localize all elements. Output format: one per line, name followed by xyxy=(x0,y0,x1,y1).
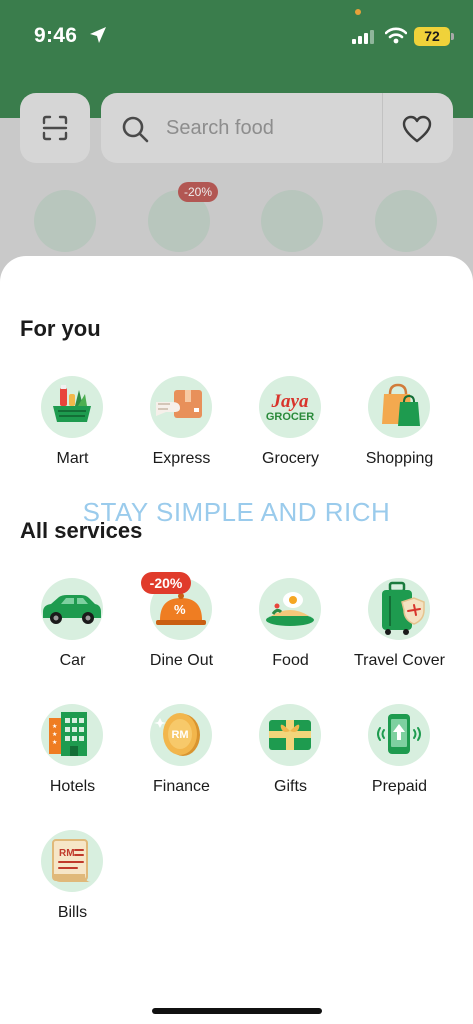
service-label: Shopping xyxy=(365,450,434,467)
gift-card-icon xyxy=(259,704,321,766)
express-parcel-icon xyxy=(150,376,212,438)
background-car-icon xyxy=(34,190,96,252)
service-hotels[interactable]: ★ ★ ★ Hotels xyxy=(18,704,127,814)
battery-tip xyxy=(451,33,454,40)
home-indicator[interactable] xyxy=(152,1008,322,1014)
car-icon xyxy=(41,578,103,640)
service-label: Finance xyxy=(153,778,210,795)
service-bills[interactable]: RM Bills xyxy=(18,830,127,940)
search-input[interactable]: Search food xyxy=(166,117,274,140)
services-bottom-sheet: For you Mart Express Jaya GROCER Grocery… xyxy=(0,256,473,1024)
jaya-grocer-icon: Jaya GROCER xyxy=(259,376,321,438)
privacy-indicator-dot xyxy=(355,9,361,15)
service-grocery[interactable]: Jaya GROCER Grocery xyxy=(236,376,345,486)
service-travel-cover[interactable]: Travel Cover xyxy=(345,578,454,688)
finance-coin-icon: RM xyxy=(150,704,212,766)
search-divider xyxy=(382,93,383,163)
service-label: Hotels xyxy=(49,778,96,795)
location-arrow-icon xyxy=(90,27,106,43)
travel-luggage-icon xyxy=(368,578,430,640)
mart-basket-icon xyxy=(41,376,103,438)
service-finance[interactable]: RM Finance xyxy=(127,704,236,814)
service-prepaid[interactable]: Prepaid xyxy=(345,704,454,814)
service-mart[interactable]: Mart xyxy=(18,376,127,486)
status-time: 9:46 xyxy=(34,24,78,47)
svg-text:★: ★ xyxy=(52,723,57,730)
service-dine-out[interactable]: -20% % Dine Out xyxy=(127,572,236,688)
service-label: Express xyxy=(152,450,211,467)
background-discount-badge: -20% xyxy=(178,182,218,202)
bill-receipt-icon: RM xyxy=(41,830,103,892)
cellular-signal-icon xyxy=(352,30,374,44)
service-car[interactable]: Car xyxy=(18,578,127,688)
food-plate-icon xyxy=(259,578,321,640)
search-bar[interactable]: Search food xyxy=(101,93,453,163)
battery-indicator: 72 xyxy=(414,27,450,46)
background-more-icon xyxy=(375,190,437,252)
scan-icon xyxy=(42,115,68,141)
discount-badge: -20% xyxy=(141,572,191,594)
service-gifts[interactable]: Gifts xyxy=(236,704,345,814)
prepaid-phone-icon xyxy=(368,704,430,766)
service-label: Travel Cover xyxy=(354,652,445,669)
logo-text-jaya: Jaya xyxy=(271,391,309,412)
for-you-title: For you xyxy=(20,316,101,341)
svg-text:%: % xyxy=(174,602,186,617)
service-label: Car xyxy=(59,652,86,669)
bill-text: RM xyxy=(59,848,75,859)
service-food[interactable]: Food xyxy=(236,578,345,688)
heart-icon[interactable] xyxy=(402,115,432,143)
watermark-text: STAY SIMPLE AND RICH xyxy=(82,497,391,527)
shopping-bag-icon xyxy=(368,376,430,438)
service-label: Dine Out xyxy=(149,652,214,669)
svg-text:★: ★ xyxy=(52,739,57,746)
coin-text: RM xyxy=(171,729,188,741)
service-label: Gifts xyxy=(274,778,307,795)
status-bar: 9:46 72 xyxy=(0,0,473,72)
scan-button[interactable] xyxy=(20,93,90,163)
service-label: Bills xyxy=(57,904,88,921)
background-food-icon xyxy=(261,190,323,252)
service-label: Mart xyxy=(56,450,89,467)
service-express[interactable]: Express xyxy=(127,376,236,486)
svg-text:★: ★ xyxy=(52,731,57,738)
hotel-building-icon: ★ ★ ★ xyxy=(41,704,103,766)
service-label: Food xyxy=(272,652,309,669)
service-shopping[interactable]: Shopping xyxy=(345,376,454,486)
service-label: Prepaid xyxy=(371,778,428,795)
search-icon xyxy=(122,116,149,143)
wifi-icon xyxy=(385,27,407,44)
service-label: Grocery xyxy=(262,450,319,467)
logo-text-grocer: GROCER xyxy=(266,411,314,423)
